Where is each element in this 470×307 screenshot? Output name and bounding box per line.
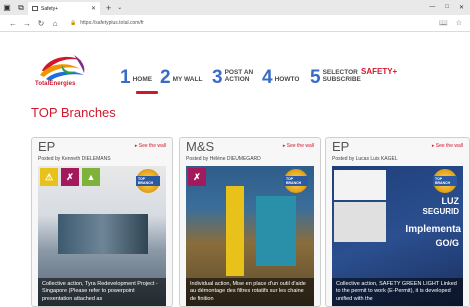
nav-selector-subscribe[interactable]: 5 SELECTOR SUBSCRIBE (310, 62, 363, 92)
badge-label: TOP BRANCH (284, 176, 308, 186)
tab-favicon-icon (32, 6, 38, 11)
logo-text: TotalEnergies (35, 81, 76, 87)
card-author: Posted by Lucas Luis KAGEL (332, 156, 398, 162)
see-the-wall-link[interactable]: ▸ See the wall (283, 143, 314, 149)
new-tab-icon[interactable]: + (106, 3, 111, 13)
home-icon[interactable]: ⌂ (48, 19, 62, 28)
card-image[interactable]: ✗ TOP BRANCH Individual action, Mise en … (186, 166, 314, 306)
lock-icon: 🔒 (70, 20, 77, 26)
branch-card[interactable]: M&S ▸ See the wall Posted by Hélène DIEU… (179, 137, 321, 307)
nav-home[interactable]: 1 HOME (120, 62, 152, 92)
see-the-wall-link[interactable]: ▸ See the wall (432, 143, 463, 149)
branch-card[interactable]: EP ▸ See the wall Posted by Lucas Luis K… (325, 137, 470, 307)
badge-label: TOP BRANCH (136, 176, 160, 186)
url-text: https://safetyplus.total.com/fr (80, 20, 144, 26)
nav-number: 2 (160, 66, 171, 88)
tab-title: Safety+ (41, 5, 59, 12)
top-branch-badge-icon: TOP BRANCH (284, 169, 308, 193)
top-branch-badge-icon: TOP BRANCH (136, 169, 160, 193)
favorites-star-icon[interactable]: ☆ (456, 19, 462, 27)
image-text: GO/G (435, 238, 459, 248)
close-tab-icon[interactable]: ✕ (91, 5, 96, 12)
forward-icon[interactable]: → (20, 19, 34, 28)
card-title: EP (332, 139, 350, 154)
section-title: TOP Branches (31, 105, 116, 120)
reading-view-icon[interactable]: 📖 (439, 19, 448, 27)
safety-plus-label[interactable]: SAFETY+ (361, 67, 397, 76)
safety-rule-icon: ▲ (82, 168, 100, 186)
card-author: Posted by Hélène DIEUMEGARD (186, 156, 261, 162)
image-text: LUZ (441, 196, 460, 206)
card-author: Posted by Kenneth DIELEMANS (38, 156, 111, 162)
safety-rule-icon: ✗ (188, 168, 206, 186)
browser-tab-bar: ▣ ⧉ Safety+ ✕ + ⌄ — □ ✕ (0, 0, 470, 15)
address-bar: ← → ↻ ⌂ 🔒 https://safetyplus.total.com/f… (0, 15, 470, 32)
branch-card[interactable]: EP ▸ See the wall Posted by Kenneth DIEL… (31, 137, 173, 307)
refresh-icon[interactable]: ↻ (34, 19, 48, 28)
close-window-icon[interactable]: ✕ (459, 4, 464, 11)
card-title: EP (38, 139, 56, 154)
card-image[interactable]: ⚠ ✗ ▲ TOP BRANCH Collective action, Tyra… (38, 166, 166, 306)
safety-rule-icon: ⚠ (40, 168, 58, 186)
badge-label: TOP BRANCH (433, 176, 457, 186)
nav-number: 5 (310, 66, 321, 88)
image-text: Implementa (405, 224, 461, 235)
url-field[interactable]: 🔒 https://safetyplus.total.com/fr (70, 20, 144, 26)
maximize-icon[interactable]: □ (445, 4, 449, 11)
nav-label: HOME (132, 75, 153, 83)
browser-menu-icon[interactable]: ▣ (0, 0, 14, 15)
nav-label: POST AN ACTION (224, 68, 254, 83)
minimize-icon[interactable]: — (429, 4, 435, 11)
tab-actions-icon[interactable]: ⧉ (14, 0, 28, 15)
see-the-wall-link[interactable]: ▸ See the wall (135, 143, 166, 149)
nav-label: MY WALL (172, 75, 203, 83)
nav-post-an-action[interactable]: 3 POST AN ACTION (212, 62, 259, 92)
nav-my-wall[interactable]: 2 MY WALL (160, 62, 202, 92)
nav-howto[interactable]: 4 HOWTO (262, 62, 299, 92)
browser-tab[interactable]: Safety+ ✕ (28, 2, 100, 15)
nav-label: HOWTO (274, 75, 300, 83)
tab-list-chevron-icon[interactable]: ⌄ (117, 4, 122, 11)
image-text: SEGURID (422, 207, 459, 216)
nav-number: 1 (120, 66, 131, 88)
nav-number: 3 (212, 66, 223, 88)
safety-rule-icon: ✗ (61, 168, 79, 186)
nav-number: 4 (262, 66, 273, 88)
nav-label: SELECTOR SUBSCRIBE (322, 68, 361, 83)
active-nav-indicator (136, 91, 158, 94)
top-branch-badge-icon: TOP BRANCH (433, 169, 457, 193)
card-image[interactable]: TOP BRANCH LUZ SEGURID Implementa GO/G C… (332, 166, 463, 306)
back-icon[interactable]: ← (6, 19, 20, 28)
card-title: M&S (186, 139, 215, 154)
